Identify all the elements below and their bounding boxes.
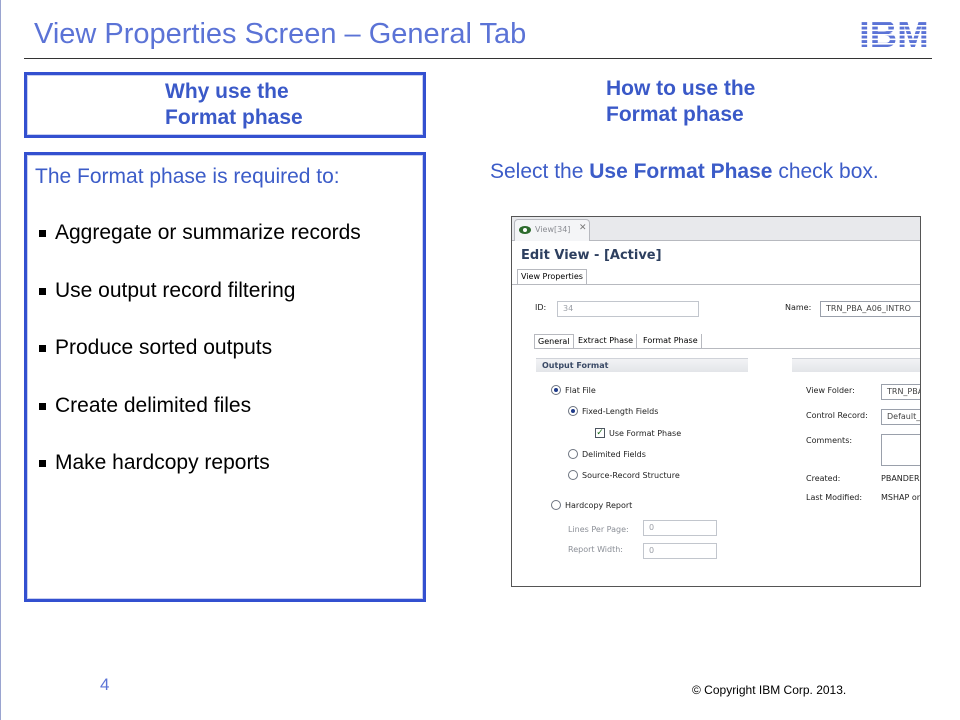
last-modified-value: MSHAP or	[881, 493, 921, 502]
right-group-heading	[792, 358, 920, 372]
report-width-field[interactable]: 0	[643, 543, 717, 559]
editor-tabstrip: View[34] ✕	[512, 217, 920, 241]
control-record-field[interactable]: Default_	[881, 409, 920, 425]
edit-view-screenshot: View[34] ✕ Edit View - [Active] View Pro…	[511, 216, 921, 587]
list-item: Aggregate or summarize records	[35, 221, 361, 279]
created-label: Created:	[806, 474, 841, 483]
close-icon[interactable]: ✕	[579, 223, 587, 233]
source-record-radio[interactable]	[568, 470, 578, 480]
tab-general[interactable]: General	[534, 334, 574, 348]
editor-tab[interactable]: View[34] ✕	[514, 219, 590, 241]
title-divider	[24, 58, 932, 59]
bullet-icon	[39, 287, 46, 295]
lines-per-page-field[interactable]: 0	[643, 520, 717, 536]
list-item: Make hardcopy reports	[35, 451, 361, 509]
tab-extract-phase[interactable]: Extract Phase	[575, 334, 638, 348]
list-item-text: Produce sorted outputs	[55, 336, 273, 359]
bullet-icon	[39, 460, 46, 467]
fixed-length-radio[interactable]	[568, 406, 578, 416]
flat-file-label: Flat File	[565, 386, 596, 395]
requirements-box: The Format phase is required to: Aggrega…	[24, 152, 426, 602]
why-box: Why use the Format phase	[24, 72, 426, 138]
tab-format-phase[interactable]: Format Phase	[640, 334, 702, 348]
use-format-phase-checkbox[interactable]: ✓	[595, 428, 605, 438]
flat-file-radio[interactable]	[551, 385, 561, 395]
how-heading-line1: How to use the	[606, 77, 756, 100]
list-item-text: Aggregate or summarize records	[55, 221, 361, 244]
why-heading-line1: Why use the	[165, 80, 289, 103]
lines-per-page-label: Lines Per Page:	[568, 525, 629, 534]
list-item: Produce sorted outputs	[35, 336, 361, 394]
bullet-icon	[39, 345, 46, 352]
editor-tab-label: View[34]	[535, 225, 571, 234]
instruction-bold: Use Format Phase	[589, 160, 773, 183]
requirements-intro: The Format phase is required to:	[35, 165, 340, 188]
how-heading-line2: Format phase	[606, 103, 744, 126]
copyright-notice: © Copyright IBM Corp. 2013.	[692, 683, 847, 697]
report-width-label: Report Width:	[568, 545, 623, 554]
list-item: Use output record filtering	[35, 279, 361, 337]
list-item-text: Use output record filtering	[55, 278, 296, 302]
view-folder-label: View Folder:	[806, 386, 855, 395]
bullet-icon	[39, 230, 46, 237]
tab-divider	[512, 284, 920, 285]
source-record-label: Source-Record Structure	[582, 471, 680, 480]
why-heading-line2: Format phase	[165, 106, 303, 129]
hardcopy-label: Hardcopy Report	[565, 501, 633, 510]
delimited-label: Delimited Fields	[582, 450, 646, 459]
id-field[interactable]: 34	[557, 301, 699, 317]
how-heading: How to use the Format phase	[606, 76, 846, 128]
use-format-phase-label: Use Format Phase	[609, 429, 682, 438]
ibm-logo: IBM	[852, 16, 936, 52]
slide-edge	[0, 0, 1, 720]
subtab-divider	[534, 348, 920, 349]
hardcopy-radio[interactable]	[551, 500, 561, 510]
instruction-text: Select the Use Format Phase check box.	[490, 160, 879, 184]
page-number: 4	[100, 675, 110, 694]
id-label: ID:	[535, 303, 547, 312]
list-item-text: Create delimited files	[55, 393, 252, 417]
view-folder-field[interactable]: TRN_PBA	[881, 384, 920, 400]
requirements-list: Aggregate or summarize records Use outpu…	[35, 221, 361, 509]
fixed-length-label: Fixed-Length Fields	[582, 407, 659, 416]
view-eye-icon	[519, 226, 531, 234]
bullet-icon	[39, 402, 46, 410]
comments-label: Comments:	[806, 436, 853, 445]
list-item: Create delimited files	[35, 394, 361, 452]
tab-view-properties[interactable]: View Properties	[517, 269, 587, 285]
comments-field[interactable]	[881, 434, 920, 466]
list-item-text: Make hardcopy reports	[55, 451, 270, 474]
last-modified-label: Last Modified:	[806, 493, 863, 502]
delimited-radio[interactable]	[568, 449, 578, 459]
name-field[interactable]: TRN_PBA_A06_INTRO	[820, 301, 920, 317]
control-record-label: Control Record:	[806, 411, 868, 420]
instruction-suffix: check box.	[772, 160, 879, 183]
editor-title: Edit View - [Active]	[521, 248, 662, 263]
why-heading: Why use the Format phase	[165, 79, 365, 131]
name-label: Name:	[785, 303, 812, 312]
instruction-prefix: Select the	[490, 160, 590, 183]
output-format-heading: Output Format	[536, 358, 748, 372]
slide-title: View Properties Screen – General Tab	[34, 18, 527, 50]
created-value: PBANDER	[881, 474, 920, 483]
